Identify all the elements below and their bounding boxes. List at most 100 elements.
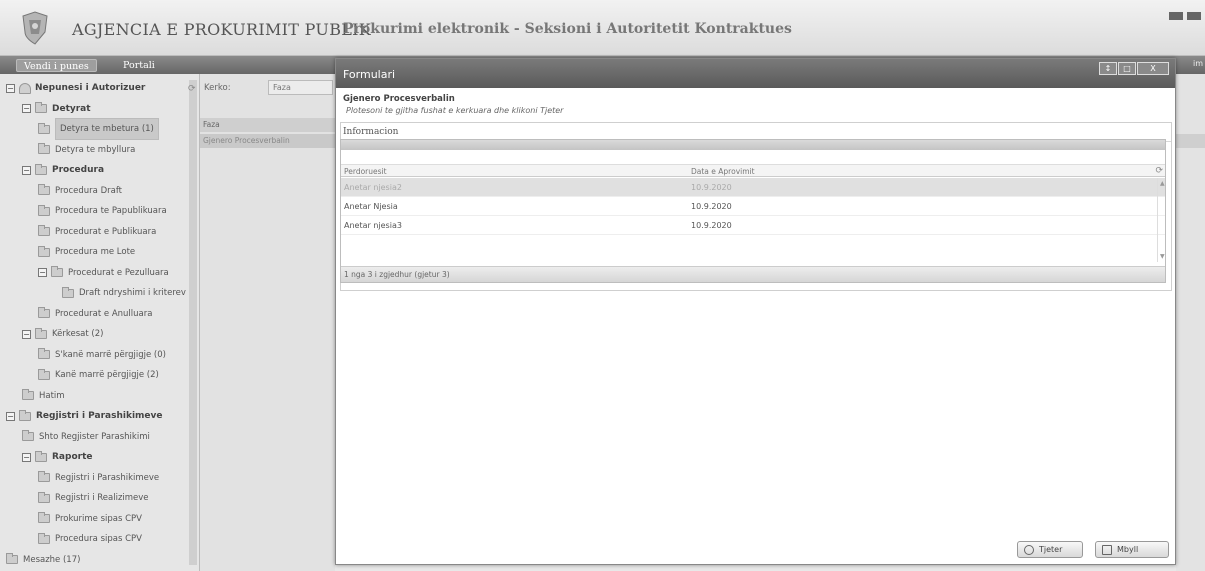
section-title: Prokurimi elektronik - Seksioni i Autori…: [343, 21, 792, 37]
person-icon: [19, 82, 31, 94]
sidebar-item[interactable]: Regjistri i Realizimeve: [38, 488, 149, 508]
sidebar-item-label: Shto Regjister Parashikimi: [39, 431, 150, 442]
folder-icon: [38, 368, 50, 380]
sidebar-item[interactable]: S'kanë marrë përgjigje (0): [38, 345, 166, 365]
sidebar-scrollbar[interactable]: [189, 80, 197, 565]
close-window-button[interactable]: X: [1137, 62, 1169, 75]
form-dialog: Formulari ↕ □ X Gjenero Procesverbalin P…: [335, 58, 1176, 565]
folder-icon: [38, 225, 50, 236]
expand-toggle-icon[interactable]: −: [6, 411, 15, 421]
sidebar-item[interactable]: Detyra te mbetura (1): [38, 118, 159, 140]
folder-icon: [38, 348, 50, 359]
sidebar-item[interactable]: − Regjistri i Parashikimeve: [6, 406, 163, 426]
sidebar-item[interactable]: Procedura te Papublikuara: [38, 201, 167, 221]
cell-approval-date: 10.9.2020: [691, 221, 732, 230]
grid-refresh-icon[interactable]: ⟳: [1155, 165, 1163, 178]
sidebar-item[interactable]: Draft ndryshimi i kriterev: [62, 283, 186, 303]
expand-toggle-icon[interactable]: −: [38, 268, 47, 277]
sidebar-item-label: Procedura: [52, 165, 105, 175]
header-icon[interactable]: [1187, 12, 1201, 20]
maximize-button[interactable]: □: [1118, 62, 1136, 75]
next-button[interactable]: Tjeter: [1017, 541, 1083, 558]
sidebar-item-label: Regjistri i Realizimeve: [55, 493, 149, 503]
table-row[interactable]: Anetar njesia2 10.9.2020: [341, 178, 1165, 197]
task-list-panel: ⟳ Kerko: Faza Faza Gjenero Procesverbali…: [188, 74, 335, 571]
sidebar-item[interactable]: Prokurime sipas CPV: [38, 509, 142, 529]
nav-tab-portal[interactable]: Portali: [116, 59, 162, 72]
sidebar-item[interactable]: Procedura Draft: [38, 181, 122, 201]
sidebar-item[interactable]: Detyra te mbyllura: [38, 140, 135, 160]
app-header: AGJENCIA E PROKURIMIT PUBLIK Prokurimi e…: [0, 0, 1205, 56]
sidebar-item[interactable]: Procedura sipas CPV: [38, 529, 142, 549]
folder-icon: [35, 102, 47, 113]
panel-title: Informacion: [343, 127, 399, 137]
folder-icon: [38, 307, 50, 318]
search-label: Kerko:: [204, 83, 231, 93]
sidebar-item[interactable]: Regjistri i Parashikimeve: [38, 468, 159, 488]
folder-icon: [38, 122, 50, 134]
header-corner-icons[interactable]: [1169, 12, 1205, 23]
expand-toggle-icon[interactable]: −: [6, 83, 15, 93]
column-header-users[interactable]: Perdoruesit: [344, 165, 387, 178]
cell-user: Anetar njesia3: [344, 221, 402, 230]
expand-toggle-icon[interactable]: −: [22, 452, 31, 462]
folder-icon: [19, 409, 31, 421]
folder-icon: [38, 204, 50, 216]
sidebar-item-label: Hatim: [39, 390, 65, 401]
folder-icon: [35, 163, 47, 175]
sidebar-item-label: Procedura Draft: [55, 185, 122, 196]
sidebar-item-label: Procedurat e Publikuara: [55, 226, 157, 237]
sidebar-item[interactable]: − Procedura: [22, 160, 104, 180]
grid-toolbar: [341, 140, 1165, 150]
sidebar-item-label: Prokurime sipas CPV: [55, 513, 143, 524]
nav-tab-workspace[interactable]: Vendi i punes: [16, 59, 97, 72]
dialog-titlebar[interactable]: Formulari ↕ □ X: [336, 59, 1175, 88]
folder-icon: [38, 532, 50, 544]
sidebar-item[interactable]: Procedurat e Anulluara: [38, 304, 152, 324]
sidebar-item[interactable]: − Detyrat: [22, 99, 91, 119]
sidebar-item[interactable]: − Nepunesi i Autorizuer: [6, 78, 145, 98]
scroll-down-icon[interactable]: ▼: [1160, 253, 1165, 260]
sidebar-item-label: Procedurat e Pezulluara: [68, 267, 169, 278]
folder-icon: [35, 450, 47, 462]
sidebar-item[interactable]: Mesazhe (17): [6, 550, 80, 570]
right-background-panel: [1176, 74, 1205, 571]
expand-toggle-icon[interactable]: −: [22, 165, 31, 175]
sidebar-item[interactable]: − Procedurat e Pezulluara: [38, 263, 169, 283]
sidebar-item[interactable]: Kanë marrë përgjigje (2): [38, 365, 159, 385]
column-header-approval-date[interactable]: Data e Aprovimit: [691, 165, 755, 178]
sidebar-tree: − Nepunesi i Autorizuer − Detyrat Detyra te …: [0, 74, 200, 571]
search-field[interactable]: Faza: [268, 80, 333, 95]
folder-icon: [38, 491, 50, 503]
expand-toggle-icon[interactable]: −: [22, 104, 31, 113]
sidebar-item[interactable]: Hatim: [22, 386, 65, 406]
task-row[interactable]: Gjenero Procesverbalin: [200, 134, 335, 148]
folder-icon: [38, 512, 50, 523]
sidebar-item-label: Raporte: [52, 452, 93, 462]
form-instructions: Plotesoni te gjitha fushat e kerkuara dh…: [346, 106, 564, 115]
close-button[interactable]: Mbyll: [1095, 541, 1169, 558]
folder-icon: [38, 245, 50, 257]
table-row[interactable]: Anetar njesia3 10.9.2020: [341, 216, 1165, 235]
sidebar-item[interactable]: − Raporte: [22, 447, 92, 467]
resize-button[interactable]: ↕: [1099, 62, 1117, 75]
folder-icon: [38, 184, 50, 195]
form-heading: Gjenero Procesverbalin: [343, 94, 455, 104]
grid-scrollbar[interactable]: ▲ ▼: [1157, 178, 1165, 262]
expand-toggle-icon[interactable]: −: [22, 329, 31, 339]
coat-of-arms-logo-icon: [22, 11, 48, 45]
folder-icon: [22, 389, 34, 400]
header-icon[interactable]: [1169, 12, 1183, 20]
nav-right-text[interactable]: im: [1193, 59, 1203, 68]
sidebar-item[interactable]: − Kërkesat (2): [22, 324, 103, 344]
column-header-faza[interactable]: Faza: [200, 118, 335, 132]
next-arrow-icon: [1024, 544, 1034, 555]
sidebar-item[interactable]: Shto Regjister Parashikimi: [22, 427, 150, 447]
sidebar-item[interactable]: Procedurat e Publikuara: [38, 222, 156, 242]
table-row[interactable]: Anetar Njesia 10.9.2020: [341, 197, 1165, 216]
agency-title: AGJENCIA E PROKURIMIT PUBLIK: [72, 20, 372, 39]
scroll-up-icon[interactable]: ▲: [1160, 180, 1165, 187]
refresh-icon[interactable]: ⟳: [188, 84, 196, 94]
folder-icon: [22, 430, 34, 441]
sidebar-item[interactable]: Procedura me Lote: [38, 242, 135, 262]
